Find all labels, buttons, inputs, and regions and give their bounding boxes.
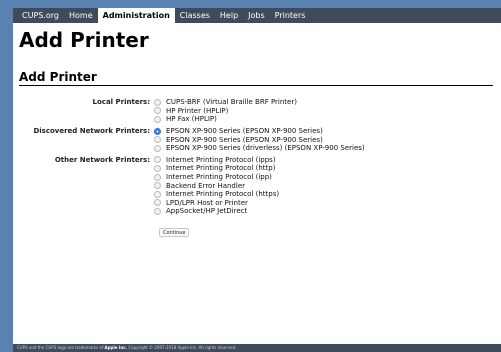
nav-printers[interactable]: Printers [270, 8, 311, 23]
nav-jobs[interactable]: Jobs [243, 8, 270, 23]
radio-button[interactable] [154, 199, 161, 207]
group-label: Local Printers: [92, 98, 150, 106]
top-nav: CUPS.org Home Administration Classes Hel… [13, 8, 501, 23]
browser-page: CUPS.org Home Administration Classes Hel… [13, 8, 501, 352]
radio-button[interactable] [154, 136, 161, 144]
option-label: Internet Printing Protocol (http) [166, 164, 276, 173]
printer-option[interactable]: Internet Printing Protocol (http) [154, 164, 279, 173]
option-label: Backend Error Handler [166, 181, 246, 190]
option-label: Internet Printing Protocol (ipp) [166, 173, 272, 182]
group-other-network-printers: Other Network Printers: Internet Printin… [13, 156, 501, 216]
printer-option[interactable]: HP Fax (HPLIP) [154, 115, 297, 124]
group-label: Discovered Network Printers: [33, 126, 150, 135]
nav-help[interactable]: Help [215, 8, 243, 23]
radio-button[interactable] [154, 144, 161, 152]
options-list: CUPS-BRF (Virtual Braille BRF Printer) H… [154, 98, 297, 124]
group-local-printers: Local Printers: CUPS-BRF (Virtual Braill… [13, 98, 501, 124]
printer-option[interactable]: EPSON XP-900 Series (driverless) (EPSON … [154, 144, 365, 153]
printer-option[interactable]: HP Printer (HPLIP) [154, 107, 297, 116]
group-discovered-network-printers: Discovered Network Printers: EPSON XP-90… [13, 127, 501, 153]
options-list: Internet Printing Protocol (ipps) Intern… [154, 156, 279, 216]
options-list: EPSON XP-900 Series (EPSON XP-900 Series… [154, 127, 365, 153]
option-label: LPD/LPR Host or Printer [166, 198, 248, 207]
footer-suffix: Copyright © 2007-2018 Apple Inc. All rig… [127, 345, 237, 350]
radio-button[interactable] [154, 98, 161, 106]
option-label: Internet Printing Protocol (ipps) [166, 155, 276, 164]
radio-button[interactable] [154, 115, 161, 123]
option-label: EPSON XP-900 Series (driverless) (EPSON … [166, 144, 365, 153]
option-label: AppSocket/HP JetDirect [166, 207, 248, 216]
add-printer-form: Local Printers: CUPS-BRF (Virtual Braill… [13, 98, 501, 238]
radio-button[interactable] [154, 173, 161, 181]
group-label: Other Network Printers: [54, 155, 150, 164]
printer-option[interactable]: Internet Printing Protocol (ipps) [154, 156, 279, 165]
option-label: HP Printer (HPLIP) [166, 106, 229, 115]
footer: CUPS and the CUPS logo are trademarks of… [13, 344, 501, 352]
printer-option[interactable]: Backend Error Handler [154, 181, 279, 190]
radio-button[interactable] [154, 164, 161, 172]
section-title: Add Printer [19, 70, 493, 86]
printer-option[interactable]: LPD/LPR Host or Printer [154, 199, 279, 208]
printer-option[interactable]: Internet Printing Protocol (ipp) [154, 173, 279, 182]
nav-home[interactable]: Home [64, 8, 98, 23]
radio-button[interactable] [154, 182, 161, 190]
option-label: EPSON XP-900 Series (EPSON XP-900 Series… [166, 135, 323, 144]
radio-button[interactable] [154, 156, 161, 164]
printer-option[interactable]: EPSON XP-900 Series (EPSON XP-900 Series… [154, 135, 365, 144]
printer-option[interactable]: AppSocket/HP JetDirect [154, 207, 279, 216]
radio-button[interactable] [154, 207, 161, 215]
printer-option[interactable]: Internet Printing Protocol (https) [154, 190, 279, 199]
radio-button[interactable] [154, 107, 161, 115]
continue-button[interactable]: Continue [159, 227, 190, 237]
radio-button[interactable] [154, 190, 161, 198]
nav-administration[interactable]: Administration [97, 8, 175, 23]
option-label: Internet Printing Protocol (https) [166, 190, 280, 199]
printer-option[interactable]: CUPS-BRF (Virtual Braille BRF Printer) [154, 98, 297, 107]
option-label: CUPS-BRF (Virtual Braille BRF Printer) [166, 98, 297, 107]
option-label: EPSON XP-900 Series (EPSON XP-900 Series… [166, 127, 323, 136]
printer-option[interactable]: EPSON XP-900 Series (EPSON XP-900 Series… [154, 127, 365, 136]
footer-company-link[interactable]: Apple Inc. [105, 345, 128, 350]
page-title: Add Printer [19, 28, 149, 52]
radio-button-selected[interactable] [154, 127, 161, 135]
nav-cups-org[interactable]: CUPS.org [17, 8, 64, 23]
option-label: HP Fax (HPLIP) [166, 115, 217, 124]
nav-classes[interactable]: Classes [175, 8, 215, 23]
footer-prefix: CUPS and the CUPS logo are trademarks of [17, 345, 105, 350]
